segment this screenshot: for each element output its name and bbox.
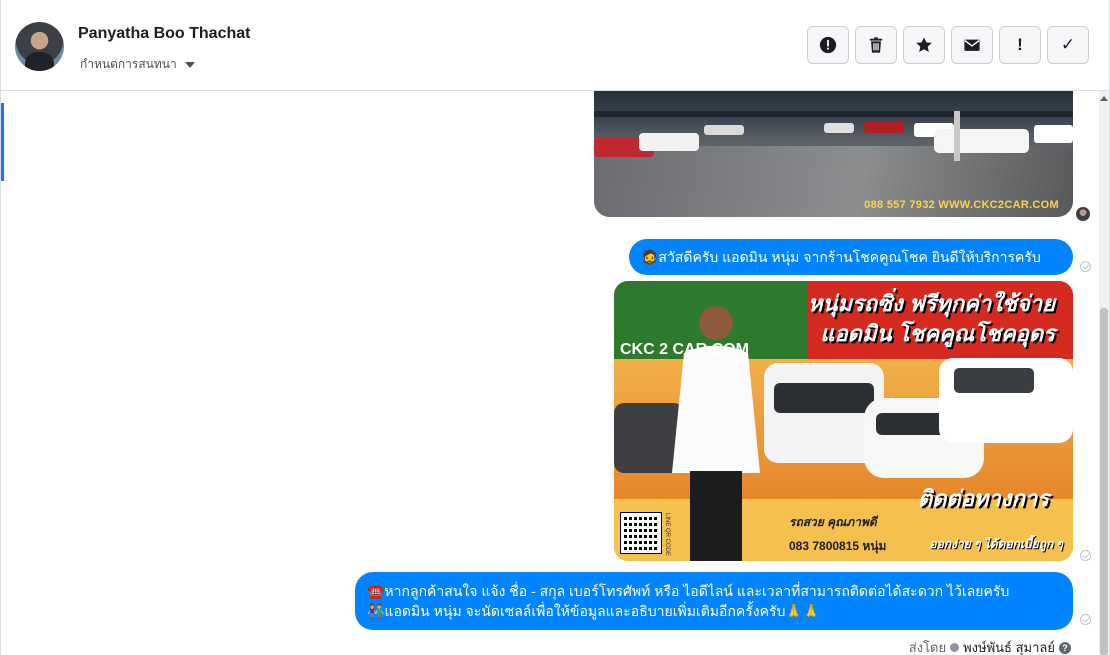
mark-done-button[interactable]: ✓	[1047, 26, 1089, 64]
message-image-promo[interactable]: หนุ่มรถซิ่ง ฟรีทุกค่าใช้จ่าย แอดมิน โชคค…	[614, 281, 1073, 561]
star-icon	[916, 37, 932, 53]
mark-unread-button[interactable]	[951, 26, 993, 64]
cars-illustration	[594, 111, 1073, 161]
scroll-up-arrow-icon[interactable]	[1100, 96, 1108, 101]
message-bubble-greeting[interactable]: 🧔สวัสดีครับ แอดมิน หนุ่ม จากร้านโชคคูณโช…	[629, 239, 1073, 275]
follow-up-button[interactable]: !	[999, 26, 1041, 64]
promo-cta: ติดต่อทางการ	[917, 486, 1049, 511]
promo-line-id: LINE QR CODE	[664, 513, 670, 557]
contact-name[interactable]: Panyatha Boo Thachat	[78, 25, 250, 43]
followup-line-1: ☎️หากลูกค้าสนใจ แจ้ง ชื่อ - สกุล เบอร์โท…	[367, 583, 1010, 599]
checkmark-icon: ✓	[1060, 35, 1076, 54]
avatar[interactable]	[15, 22, 64, 71]
action-toolbar: ! ✓	[807, 26, 1089, 64]
promo-phone: 083 7800815 หนุ่ม	[789, 539, 887, 553]
seen-avatar	[1076, 207, 1090, 221]
delivered-check-icon	[1080, 261, 1091, 272]
mail-icon	[964, 39, 980, 51]
alert-icon	[819, 36, 837, 54]
promo-subtitle-2: ออกง่าย ๆ ได้ดอกเบี้ยถูก ๆ	[929, 537, 1063, 551]
message-image-car-lot[interactable]: 088 557 7932 WWW.CKC2CAR.COM	[594, 91, 1073, 217]
image-watermark: 088 557 7932 WWW.CKC2CAR.COM	[864, 199, 1059, 211]
help-icon[interactable]: ?	[1059, 641, 1071, 654]
sent-by-label: ส่งโดย	[908, 640, 947, 655]
delete-button[interactable]	[855, 26, 897, 64]
assign-label: กำหนดการสนทนา	[80, 57, 177, 71]
qr-code-icon	[620, 512, 662, 554]
delivered-check-icon	[1080, 550, 1091, 561]
sent-by-line: ส่งโดย พงษ์พันธ์ สุมาลย์ ?	[909, 637, 1071, 655]
promo-logo-text: CKC 2 CAR.COM	[620, 341, 749, 358]
sender-name[interactable]: พงษ์พันธ์ สุมาลย์	[963, 637, 1055, 655]
verified-icon	[950, 643, 960, 652]
promo-headline: หนุ่มรถซิ่ง ฟรีทุกค่าใช้จ่าย แอดมิน โชคค…	[808, 289, 1055, 349]
conversation-panel: Panyatha Boo Thachat กำหนดการสนทนา ! ✓ 0…	[0, 0, 1110, 655]
promo-headline-line2: แอดมิน โชคคูณโชคอุดร	[820, 321, 1055, 346]
conversation-header: Panyatha Boo Thachat กำหนดการสนทนา ! ✓	[1, 0, 1109, 91]
promo-headline-line1: หนุ่มรถซิ่ง ฟรีทุกค่าใช้จ่าย	[807, 291, 1055, 316]
followup-line-2: 👫แอดมิน หนุ่ม จะนัดเซลล์เพื่อให้ข้อมูลแล…	[367, 603, 821, 619]
exclamation-icon: !	[1017, 35, 1023, 54]
selection-indicator	[1, 103, 4, 181]
trash-icon	[869, 37, 883, 53]
promo-subtitle: รถสวย คุณภาพดี	[789, 515, 877, 529]
message-bubble-followup[interactable]: ☎️หากลูกค้าสนใจ แจ้ง ชื่อ - สกุล เบอร์โท…	[355, 572, 1073, 630]
star-button[interactable]	[903, 26, 945, 64]
assign-conversation-dropdown[interactable]: กำหนดการสนทนา	[80, 55, 195, 74]
caret-down-icon	[184, 61, 195, 68]
scrollbar-thumb[interactable]	[1100, 308, 1108, 655]
report-spam-button[interactable]	[807, 26, 849, 64]
person-photo	[672, 306, 760, 561]
delivered-check-icon	[1080, 614, 1091, 625]
